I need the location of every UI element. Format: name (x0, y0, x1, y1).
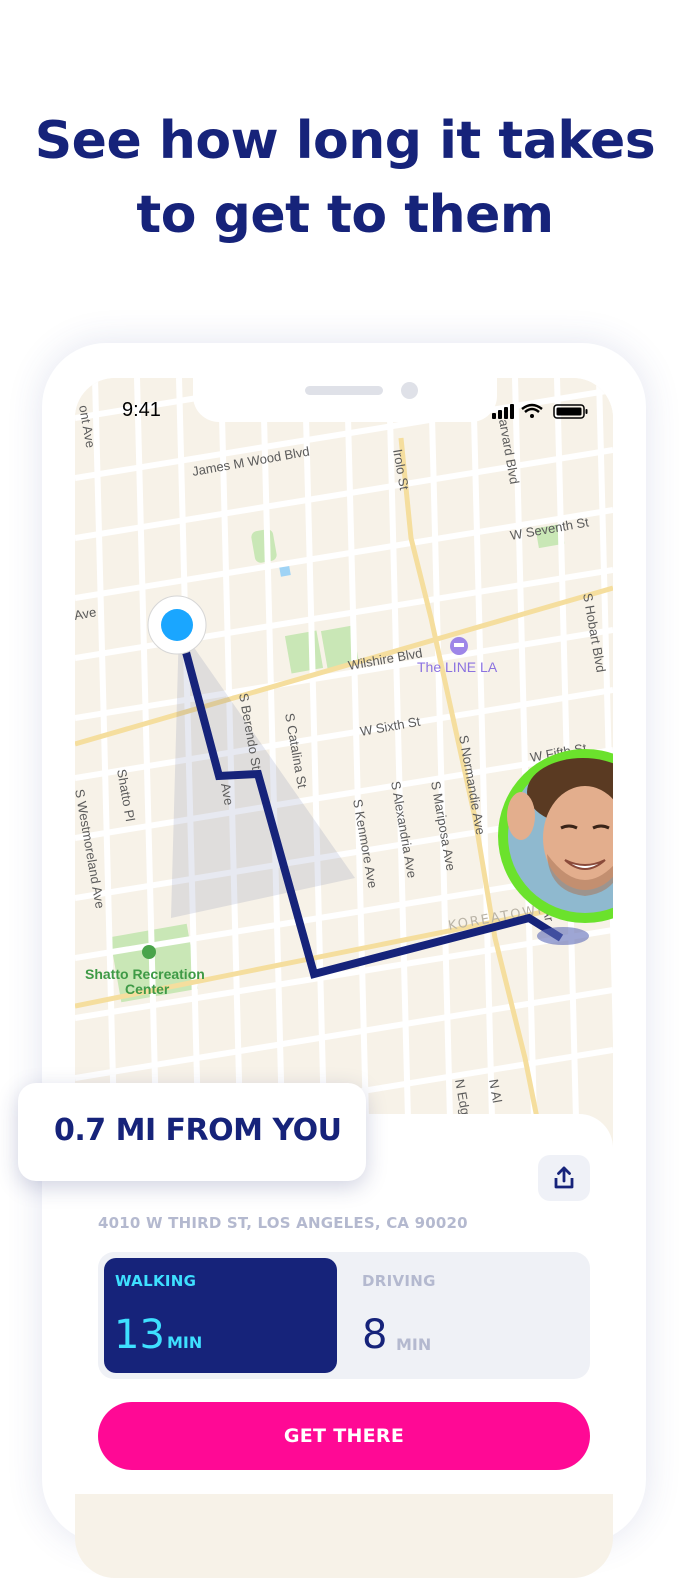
wifi-icon (521, 403, 543, 418)
headline: See how long it takes to get to them (0, 104, 690, 252)
driving-unit: MIN (396, 1335, 432, 1354)
status-icons (492, 403, 588, 419)
park-icon (142, 945, 156, 959)
destination-address: 4010 W THIRD ST, LOS ANGELES, CA 90020 (98, 1214, 468, 1232)
status-time: 9:41 (122, 399, 161, 421)
get-there-button[interactable]: GET THERE (98, 1402, 590, 1470)
notch-speaker (305, 386, 383, 395)
walking-unit: MIN (167, 1333, 203, 1352)
label-shatto-2: Center (125, 981, 170, 997)
hand-shape (507, 792, 535, 840)
driving-label: DRIVING (362, 1272, 436, 1290)
label-shatto: Shatto Recreation (85, 966, 205, 982)
walking-label: WALKING (115, 1272, 197, 1290)
signal-icon (492, 404, 514, 419)
contact-avatar-marker[interactable] (495, 746, 613, 946)
driving-minutes: 8 (362, 1312, 388, 1358)
headline-line-2: to get to them (136, 185, 554, 245)
notch-camera (401, 382, 418, 399)
label-line-la: The LINE LA (417, 659, 498, 675)
user-location-dot (147, 595, 207, 655)
phone-notch (193, 378, 497, 422)
walking-minutes: 13 (114, 1312, 165, 1358)
share-icon (554, 1166, 574, 1189)
share-button[interactable] (538, 1155, 590, 1201)
headline-line-1: See how long it takes (34, 111, 656, 171)
distance-text: 0.7 MI FROM YOU (54, 1113, 342, 1148)
battery-icon (553, 404, 588, 419)
